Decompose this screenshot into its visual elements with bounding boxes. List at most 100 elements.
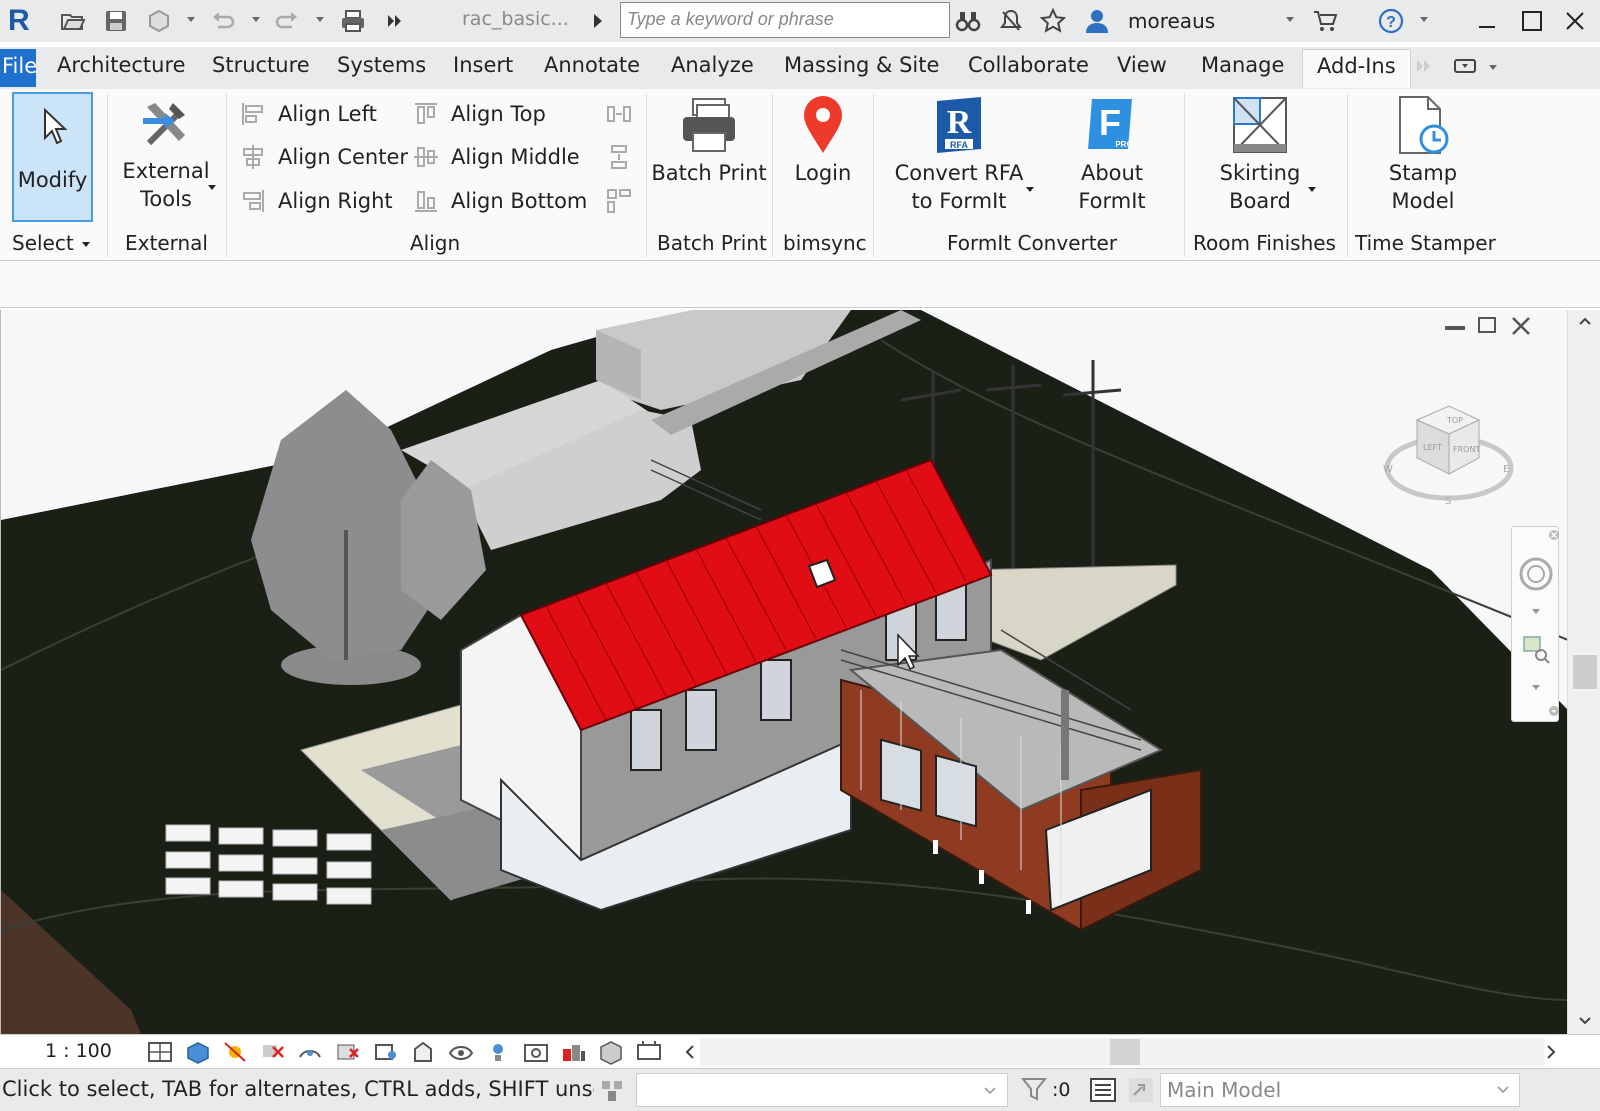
chevron-right-icon[interactable] [582,6,612,36]
show-crop-icon[interactable] [372,1039,400,1065]
revit-logo[interactable]: R [8,4,30,38]
chevron-down-icon[interactable] [187,17,195,22]
cart-icon[interactable] [1310,6,1340,36]
chevron-down-icon[interactable] [1026,187,1034,192]
chevron-down-icon[interactable] [1489,65,1497,70]
tab-annotate[interactable]: Annotate [544,53,640,77]
render-icon[interactable] [296,1039,324,1065]
scroll-up-icon[interactable] [1578,316,1592,326]
sun-path-icon[interactable] [221,1039,249,1065]
active-model-dropdown[interactable]: Main Model [1160,1073,1520,1107]
print-icon[interactable] [338,6,368,36]
scroll-right-icon[interactable] [1545,1044,1557,1060]
chevron-down-icon[interactable] [82,242,90,247]
ribbon-more-icon[interactable] [1410,51,1440,81]
binoculars-icon[interactable] [953,6,983,36]
chevron-down-icon[interactable] [208,185,216,190]
reveal-constraints-icon[interactable] [635,1039,663,1065]
scroll-left-icon[interactable] [684,1044,696,1060]
vertical-scrollbar[interactable] [1567,310,1600,1034]
sync-icon[interactable] [144,6,174,36]
align-right-button[interactable]: Align Right [240,188,393,214]
steering-wheel-icon[interactable] [1519,557,1553,591]
align-top-button[interactable]: Align Top [413,101,546,127]
scroll-down-icon[interactable] [1578,1016,1592,1026]
login-button[interactable]: Login [778,89,868,187]
favorites-star-icon[interactable] [1038,6,1068,36]
horizontal-scrollbar[interactable] [700,1038,1545,1066]
vertical-scroll-thumb[interactable] [1573,655,1597,689]
3d-model-scene[interactable] [1,310,1567,1034]
chevron-down-icon[interactable] [316,17,324,22]
communication-center-icon[interactable] [996,6,1026,36]
tab-manage[interactable]: Manage [1201,53,1284,77]
open-icon[interactable] [58,6,88,36]
close-icon[interactable] [1560,6,1590,36]
reveal-hidden-icon[interactable] [484,1039,512,1065]
tab-insert[interactable]: Insert [453,53,513,77]
minimize-icon[interactable] [1472,6,1502,36]
help-icon[interactable]: ? [1376,6,1406,36]
tab-collaborate[interactable]: Collaborate [968,53,1089,77]
more-tools-icon[interactable] [380,6,410,36]
editing-requests-icon[interactable] [1088,1075,1118,1105]
shadows-icon[interactable] [259,1039,287,1065]
chevron-down-icon[interactable] [1532,609,1540,614]
show-analytical-model-icon[interactable] [560,1039,588,1065]
tab-analyze[interactable]: Analyze [671,53,754,77]
crop-view-icon[interactable] [334,1039,362,1065]
view-window-controls[interactable] [1445,317,1530,335]
align-left-button[interactable]: Align Left [240,101,377,127]
maximize-icon[interactable] [1517,6,1547,36]
align-center-button[interactable]: Align Center [240,144,408,170]
redo-icon[interactable] [272,6,302,36]
active-workset-dropdown[interactable] [636,1073,1008,1107]
chevron-down-icon[interactable] [1496,1085,1510,1095]
distribute-horizontal-button[interactable] [606,101,644,127]
external-tools-button[interactable]: External Tools [118,89,214,213]
tab-structure[interactable]: Structure [212,53,310,77]
chevron-down-icon[interactable] [983,1086,997,1096]
chevron-down-icon[interactable] [1286,17,1294,22]
filter-icon[interactable] [1020,1075,1048,1103]
tab-view[interactable]: View [1117,53,1167,77]
select-panel-label[interactable]: Select [12,231,74,255]
chevron-down-icon[interactable] [252,17,260,22]
tab-add-ins[interactable]: Add-Ins [1302,49,1411,88]
visual-style-icon[interactable] [184,1039,212,1065]
batch-print-button[interactable]: Batch Print [650,89,768,187]
align-middle-button[interactable]: Align Middle [413,144,580,170]
user-name[interactable]: moreaus [1128,9,1215,33]
design-options-icon[interactable] [1126,1075,1156,1105]
convert-rfa-button[interactable]: R RFA Convert RFA to FormIt [893,89,1025,215]
zoom-region-icon[interactable] [1522,635,1552,665]
chevron-down-icon[interactable] [1532,685,1540,690]
modify-button[interactable]: Modify [12,92,93,222]
distribute-vertical-button[interactable] [606,144,644,170]
temporary-view-properties-icon[interactable] [522,1039,550,1065]
user-icon[interactable] [1082,6,1112,36]
undo-icon[interactable] [208,6,238,36]
horizontal-scroll-thumb[interactable] [1110,1039,1140,1065]
align-settings-button[interactable] [606,188,644,214]
stamp-model-button[interactable]: Stamp Model [1360,89,1486,215]
worksets-icon[interactable] [598,1075,628,1105]
close-icon[interactable] [1548,529,1560,541]
tab-file[interactable]: File [0,49,37,87]
nav-bar-options-icon[interactable] [1548,705,1560,717]
chevron-down-icon[interactable] [1420,17,1428,22]
ribbon-display-icon[interactable] [1450,51,1480,81]
view-scale[interactable]: 1 : 100 [45,1040,112,1062]
align-bottom-button[interactable]: Align Bottom [413,188,587,214]
3d-viewport[interactable]: TOP LEFT FRONT W E S [0,310,1567,1034]
search-input[interactable]: Type a keyword or phrase [620,2,950,38]
save-icon[interactable] [101,6,131,36]
viewcube[interactable]: TOP LEFT FRONT W E S [1379,400,1519,510]
unlock-view-icon[interactable] [409,1039,437,1065]
skirting-board-button[interactable]: Skirting Board [1200,89,1320,215]
temporary-hide-icon[interactable] [447,1039,475,1065]
chevron-down-icon[interactable] [1308,187,1316,192]
highlight-displacement-icon[interactable] [597,1039,625,1065]
about-formit-button[interactable]: F PRO About FormIt [1044,89,1180,215]
tab-massing-site[interactable]: Massing & Site [784,53,939,77]
